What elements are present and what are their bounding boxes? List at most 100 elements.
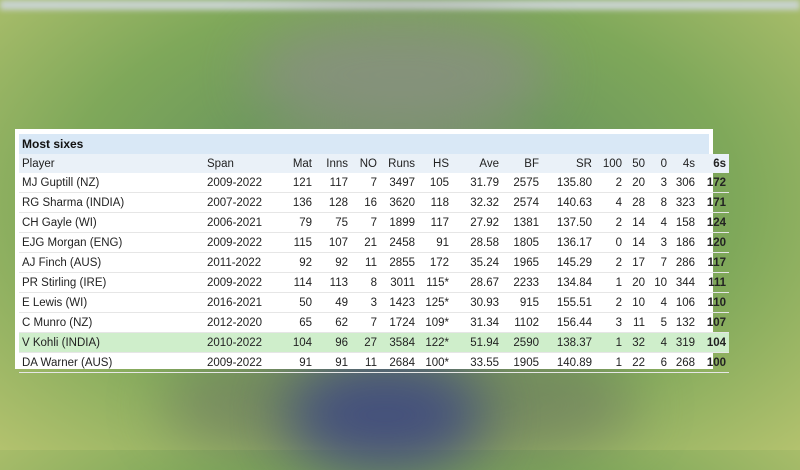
table-cell: 2684	[380, 352, 418, 373]
table-cell: 1381	[502, 212, 542, 233]
table-cell: 51.94	[452, 332, 502, 353]
table-cell: 2006-2021	[204, 212, 279, 233]
table-cell: 3497	[380, 173, 418, 193]
column-header[interactable]: HS	[418, 154, 452, 173]
column-header[interactable]: Inns	[315, 154, 351, 173]
table-cell: 91	[418, 232, 452, 253]
table-cell: 3620	[380, 192, 418, 213]
table-cell: 4	[648, 212, 670, 233]
player-name-cell[interactable]: V Kohli (INDIA)	[19, 332, 204, 353]
table-cell: 104	[279, 332, 315, 353]
table-cell: 117	[315, 173, 351, 193]
table-cell: 8	[351, 272, 380, 293]
player-name-cell[interactable]: CH Gayle (WI)	[19, 212, 204, 233]
table-cell: 2009-2022	[204, 352, 279, 373]
table-cell: 1965	[502, 252, 542, 273]
table-cell: 121	[279, 173, 315, 193]
table-cell: 2458	[380, 232, 418, 253]
table-cell: 1899	[380, 212, 418, 233]
column-header[interactable]: Ave	[452, 154, 502, 173]
table-cell: 1905	[502, 352, 542, 373]
column-header[interactable]: 6s	[698, 154, 729, 173]
table-cell: 100*	[418, 352, 452, 373]
column-header[interactable]: 100	[595, 154, 625, 173]
column-header[interactable]: SR	[542, 154, 595, 173]
table-cell: 49	[315, 292, 351, 313]
table-cell: 92	[315, 252, 351, 273]
table-cell: 1423	[380, 292, 418, 313]
table-body: MJ Guptill (NZ) 2009-2022 121 117 7 3497 105 31…	[19, 173, 729, 373]
background-blur-top	[250, 20, 550, 130]
column-header[interactable]: Mat	[279, 154, 315, 173]
player-name-cell[interactable]: RG Sharma (INDIA)	[19, 192, 204, 213]
table-header-row: Player Span Mat Inns NO Runs HS Ave BF SR 100 50 0 4s…	[19, 154, 729, 173]
table-row: DA Warner (AUS) 2009-2022 91 91 11 2684 100* 33…	[19, 352, 729, 373]
column-header[interactable]: Span	[204, 154, 279, 173]
table-cell: 10	[648, 272, 670, 293]
most-sixes-table: Player Span Mat Inns NO Runs HS Ave BF SR 100 50 0 4s…	[19, 154, 729, 373]
table-cell: 22	[625, 352, 648, 373]
column-header[interactable]: Runs	[380, 154, 418, 173]
table-cell: 136	[279, 192, 315, 213]
table-cell: 135.80	[542, 173, 595, 193]
table-cell: 7	[351, 212, 380, 233]
table-row: V Kohli (INDIA) 2010-2022 104 96 27 3584 122* 5…	[19, 332, 729, 353]
player-name-cell[interactable]: AJ Finch (AUS)	[19, 252, 204, 273]
table-row: AJ Finch (AUS) 2011-2022 92 92 11 2855 172 35.2…	[19, 252, 729, 273]
table-cell: 156.44	[542, 312, 595, 333]
table-cell: 3	[595, 312, 625, 333]
table-cell: 7	[351, 173, 380, 193]
table-cell: 1	[595, 272, 625, 293]
table-cell: 186	[670, 232, 698, 253]
table-cell: 91	[315, 352, 351, 373]
table-cell: 2	[595, 173, 625, 193]
table-cell: 2009-2022	[204, 173, 279, 193]
table-cell: 2011-2022	[204, 252, 279, 273]
table-cell: 4	[648, 292, 670, 313]
table-cell: 172	[698, 173, 729, 193]
table-cell: 7	[351, 312, 380, 333]
table-cell: 91	[279, 352, 315, 373]
table-cell: 11	[625, 312, 648, 333]
column-header[interactable]: BF	[502, 154, 542, 173]
table-cell: 2010-2022	[204, 332, 279, 353]
table-cell: 11	[351, 252, 380, 273]
table-cell: 65	[279, 312, 315, 333]
player-name-cell[interactable]: MJ Guptill (NZ)	[19, 173, 204, 193]
table-cell: 27.92	[452, 212, 502, 233]
table-cell: 306	[670, 173, 698, 193]
table-cell: 11	[351, 352, 380, 373]
table-cell: 6	[648, 352, 670, 373]
table-cell: 2	[595, 292, 625, 313]
column-header[interactable]: 0	[648, 154, 670, 173]
column-header[interactable]: 4s	[670, 154, 698, 173]
player-name-cell[interactable]: C Munro (NZ)	[19, 312, 204, 333]
table-cell: 31.34	[452, 312, 502, 333]
table-cell: 8	[648, 192, 670, 213]
player-name-cell[interactable]: PR Stirling (IRE)	[19, 272, 204, 293]
table-cell: 3	[648, 232, 670, 253]
table-cell: 138.37	[542, 332, 595, 353]
column-header[interactable]: NO	[351, 154, 380, 173]
table-cell: 120	[698, 232, 729, 253]
column-header[interactable]: 50	[625, 154, 648, 173]
column-header[interactable]: Player	[19, 154, 204, 173]
table-cell: 1	[595, 352, 625, 373]
table-cell: 1805	[502, 232, 542, 253]
table-cell: 14	[625, 232, 648, 253]
table-cell: 33.55	[452, 352, 502, 373]
table-cell: 268	[670, 352, 698, 373]
table-cell: 2012-2020	[204, 312, 279, 333]
table-cell: 17	[625, 252, 648, 273]
table-cell: 3	[351, 292, 380, 313]
table-cell: 124	[698, 212, 729, 233]
table-cell: 2009-2022	[204, 232, 279, 253]
table-cell: 100	[698, 352, 729, 373]
table-cell: 107	[315, 232, 351, 253]
table-cell: 28.58	[452, 232, 502, 253]
table-cell: 286	[670, 252, 698, 273]
player-name-cell[interactable]: DA Warner (AUS)	[19, 352, 204, 373]
player-name-cell[interactable]: E Lewis (WI)	[19, 292, 204, 313]
player-name-cell[interactable]: EJG Morgan (ENG)	[19, 232, 204, 253]
table-cell: 31.79	[452, 173, 502, 193]
